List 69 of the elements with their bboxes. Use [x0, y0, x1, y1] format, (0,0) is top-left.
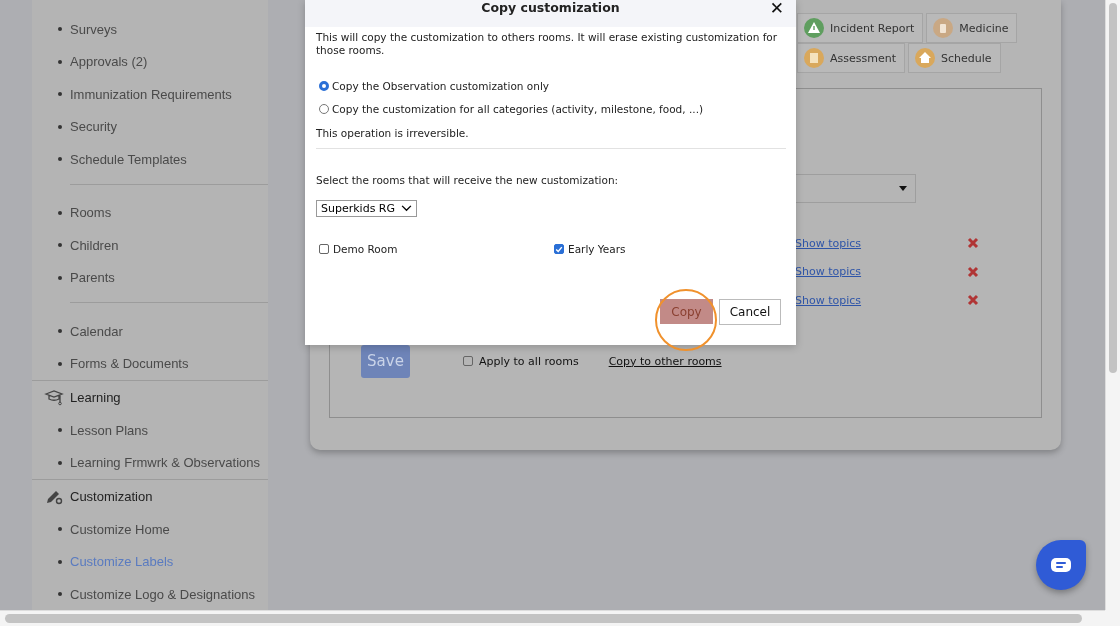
- sidebar-item[interactable]: Customize Home: [70, 521, 170, 537]
- bullet-icon: [58, 243, 62, 248]
- bullet-icon: [58, 460, 62, 465]
- checkbox-label: Apply to all rooms: [479, 354, 579, 368]
- graduation-cap-icon: [44, 388, 64, 407]
- copy-button[interactable]: Copy: [660, 299, 713, 324]
- dropdown-arrow-icon: [899, 186, 907, 191]
- sidebar-item[interactable]: Approvals (2): [70, 54, 148, 70]
- cancel-button[interactable]: Cancel: [719, 299, 781, 325]
- bullet-icon: [58, 124, 62, 129]
- save-button[interactable]: Save: [361, 344, 410, 378]
- bullet-icon: [58, 329, 62, 334]
- chat-icon: [1051, 558, 1071, 572]
- delete-icon[interactable]: [967, 265, 979, 278]
- sidebar-item[interactable]: Customize Logo & Designations: [70, 586, 255, 602]
- checkbox[interactable]: [463, 356, 473, 366]
- show-topics-link[interactable]: Show topics: [795, 265, 967, 279]
- checkbox[interactable]: [319, 244, 329, 254]
- sidebar-item[interactable]: Lesson Plans: [70, 422, 149, 438]
- bullet-icon: [58, 428, 62, 433]
- dialog-title: Copy customization: [481, 0, 620, 15]
- bullet-icon: [58, 157, 62, 162]
- sidebar-item[interactable]: Security: [70, 119, 117, 135]
- radio-button[interactable]: [319, 80, 329, 91]
- category-tab[interactable]: Assessment: [797, 43, 905, 73]
- bullet-icon: [58, 527, 62, 532]
- chat-button[interactable]: [1036, 540, 1086, 590]
- bullet-icon: [58, 27, 62, 32]
- sidebar-item[interactable]: Calendar: [70, 323, 123, 339]
- checkbox[interactable]: [554, 244, 564, 254]
- sidebar-item[interactable]: Children: [70, 237, 119, 253]
- close-button[interactable]: ✕: [769, 0, 784, 17]
- sidebar-item[interactable]: Parents: [70, 270, 115, 286]
- section-heading: Customization: [70, 489, 153, 504]
- rooms-prompt: Select the rooms that will receive the new customization:: [316, 174, 620, 186]
- show-topics-link[interactable]: Show topics: [795, 293, 967, 307]
- vertical-scrollbar[interactable]: [1105, 0, 1120, 610]
- warning-text: This operation is irreversible.: [316, 127, 470, 139]
- sidebar-item[interactable]: Learning Frmwrk & Observations: [70, 455, 260, 471]
- checkbox-label: Demo Room: [333, 243, 398, 255]
- delete-icon[interactable]: [967, 294, 979, 307]
- bullet-icon: [58, 59, 62, 64]
- category-tab[interactable]: Incident Report: [797, 13, 924, 43]
- delete-icon[interactable]: [967, 237, 979, 250]
- radio-button[interactable]: [319, 103, 329, 114]
- bullet-icon: [58, 275, 62, 280]
- click-highlight-ring: [655, 289, 717, 351]
- bullet-icon: [58, 361, 62, 366]
- horizontal-scrollbar[interactable]: [0, 610, 1105, 626]
- bullet-icon: [58, 592, 62, 597]
- sidebar-item[interactable]: Rooms: [70, 205, 112, 221]
- show-topics-link[interactable]: Show topics: [795, 236, 967, 250]
- radio-label: Copy the customization for all categories (activity, milestone, food, ...): [332, 102, 704, 115]
- section-heading: Learning: [70, 390, 121, 405]
- category-tab[interactable]: Medicine: [926, 13, 1018, 43]
- sidebar-item[interactable]: Surveys: [70, 21, 117, 37]
- chevron-down-icon: [401, 205, 413, 212]
- copy-to-other-rooms-link[interactable]: Copy to other rooms: [608, 354, 722, 368]
- checkbox-label: Early Years: [568, 243, 626, 255]
- sidebar-item[interactable]: Forms & Documents: [70, 356, 189, 372]
- dialog-message: This will copy the customization to others rooms. It will erase existing customization for those rooms.: [316, 31, 779, 57]
- bullet-icon: [58, 210, 62, 215]
- sidebar-item[interactable]: Immunization Requirements: [70, 86, 232, 102]
- radio-label: Copy the Observation customization only: [332, 79, 549, 92]
- category-tab[interactable]: Schedule: [908, 43, 1001, 73]
- bullet-icon: [58, 92, 62, 97]
- room-select[interactable]: Superkids RG: [316, 200, 418, 217]
- sidebar-item[interactable]: Schedule Templates: [70, 151, 187, 167]
- bullet-icon: [58, 559, 62, 564]
